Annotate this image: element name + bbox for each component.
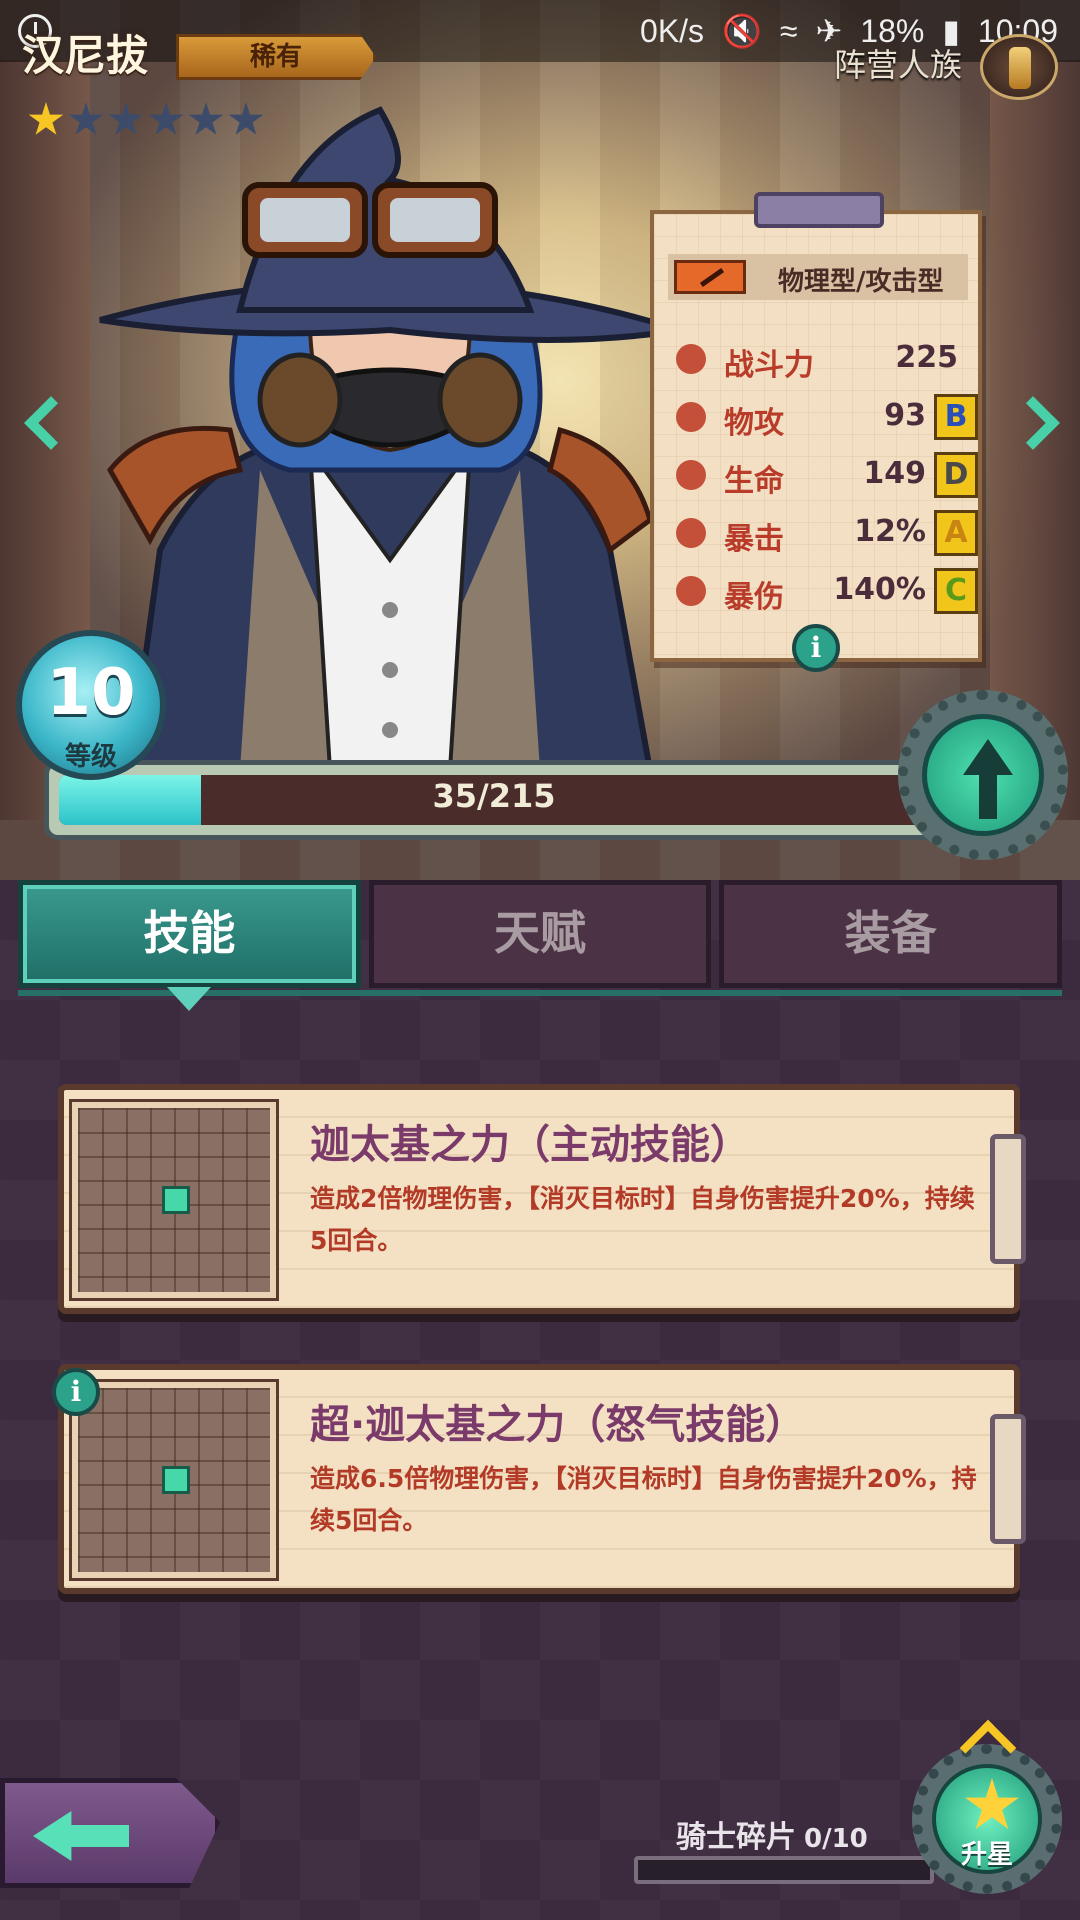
level-number: 10 <box>46 656 136 730</box>
stat-grade: D <box>934 452 978 498</box>
stat-label: 生命 <box>724 464 784 499</box>
sword-icon <box>674 260 746 294</box>
wifi-icon: ≈ <box>779 12 798 49</box>
skill-placeholder-icon <box>162 1186 190 1214</box>
star-up-button[interactable]: 升星 <box>912 1719 1062 1894</box>
power-icon <box>676 344 706 374</box>
up-arrow-icon <box>963 739 1013 819</box>
stat-label: 暴伤 <box>724 580 784 615</box>
xp-bar: 35/215 <box>44 760 944 840</box>
stat-crit-damage: 暴伤 140% C <box>668 566 978 616</box>
burst-icon <box>676 576 706 606</box>
heart-icon <box>676 460 706 490</box>
skill-placeholder-icon <box>162 1466 190 1494</box>
star-icon <box>28 102 64 135</box>
star-icon <box>188 102 224 135</box>
star-icon <box>108 102 144 135</box>
card-clip <box>990 1414 1026 1544</box>
skill-icon-slot <box>69 1379 279 1581</box>
stat-label: 战斗力 <box>724 348 814 383</box>
crit-icon <box>676 518 706 548</box>
skill-card[interactable]: 超·迦太基之力（怒气技能） 造成6.5倍物理伤害，【消灭目标时】自身伤害提升20… <box>58 1364 1026 1594</box>
stat-grade: B <box>934 394 978 440</box>
level-up-face <box>922 714 1044 836</box>
next-hero-arrow-icon[interactable] <box>1006 390 1062 460</box>
network-speed: 0K/s <box>640 12 705 49</box>
star-up-label: 升星 <box>960 1840 1013 1870</box>
skill-name: 超·迦太基之力（怒气技能） <box>310 1402 806 1448</box>
stat-crit: 暴击 12% A <box>668 508 978 558</box>
previous-hero-arrow-icon[interactable] <box>18 390 78 460</box>
xp-text: 35/215 <box>432 777 556 815</box>
tab-talent[interactable]: 天赋 <box>368 880 712 988</box>
shard-name: 骑士碎片 <box>676 1820 796 1855</box>
mute-icon: 🔇 <box>722 13 762 49</box>
level-up-button[interactable] <box>898 690 1068 860</box>
skill-card[interactable]: 迦太基之力（主动技能） 造成2倍物理伤害，【消灭目标时】自身伤害提升20%，持续… <box>58 1084 1026 1314</box>
stat-attack: 物攻 93 B <box>668 392 978 442</box>
skill-info-icon[interactable]: i <box>52 1368 100 1416</box>
stat-hp: 生命 149 D <box>668 450 978 500</box>
stat-label: 暴击 <box>724 522 784 557</box>
stat-label: 物攻 <box>724 406 784 441</box>
back-arrow-icon <box>33 1811 129 1861</box>
level-orb: 10 等级 <box>16 630 166 780</box>
stat-value: 93 <box>884 398 926 433</box>
star-icon <box>148 102 184 135</box>
back-button[interactable] <box>0 1778 220 1888</box>
stat-grade: A <box>934 510 978 556</box>
stat-value: 12% <box>854 514 926 549</box>
tab-equipment[interactable]: 装备 <box>719 880 1063 988</box>
tab-skills[interactable]: 技能 <box>18 880 361 1011</box>
hero-portrait <box>99 106 681 770</box>
star-icon <box>68 102 104 135</box>
tab-bar: 技能 天赋 装备 <box>18 880 1063 1011</box>
skill-icon-slot <box>69 1099 279 1301</box>
hero-type-label: 物理型/攻击型 <box>778 267 944 297</box>
star-up-face: 升星 <box>932 1764 1042 1874</box>
hero-name: 汉尼拔 <box>22 31 149 80</box>
stat-power: 战斗力 225 <box>668 334 978 384</box>
star-icon <box>228 102 264 135</box>
skill-description: 造成2倍物理伤害，【消灭目标时】自身伤害提升20%，持续5回合。 <box>310 1184 975 1255</box>
skill-name: 迦太基之力（主动技能） <box>310 1122 750 1168</box>
rarity-tag: 稀有 <box>176 34 376 80</box>
stat-grade: C <box>934 568 978 614</box>
star-icon <box>965 1778 1019 1829</box>
hero-type-row: 物理型/攻击型 <box>668 254 968 300</box>
stat-card: 物理型/攻击型 战斗力 225 物攻 93 B 生命 149 D 暴击 12% … <box>650 192 982 662</box>
card-clip <box>990 1134 1026 1264</box>
faction-badge-icon <box>980 34 1058 100</box>
stats-info-icon[interactable]: i <box>792 624 840 672</box>
shard-label: 骑士碎片 0/10 <box>676 1812 868 1856</box>
skill-description: 造成6.5倍物理伤害，【消灭目标时】自身伤害提升20%，持续5回合。 <box>310 1464 977 1535</box>
stat-value: 225 <box>895 340 958 375</box>
shard-count: 0/10 <box>804 1824 868 1854</box>
faction-label: 阵营人族 <box>833 46 962 84</box>
level-label: 等级 <box>64 742 117 772</box>
fist-icon <box>676 402 706 432</box>
clipboard-clip <box>754 192 884 228</box>
star-rating <box>28 102 264 138</box>
shard-progress-bar <box>634 1856 934 1884</box>
stat-value: 140% <box>833 572 926 607</box>
stat-value: 149 <box>863 456 926 491</box>
